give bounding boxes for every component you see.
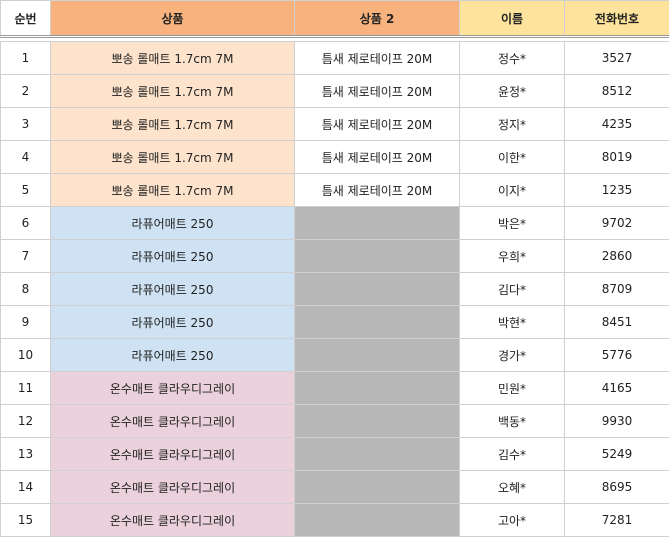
- header-phone: 전화번호: [565, 1, 669, 37]
- name-cell: 이한*: [460, 141, 565, 174]
- product2-cell: [295, 207, 460, 240]
- product-cell: 온수매트 클라우디그레이: [51, 471, 295, 504]
- name-cell: 윤정*: [460, 75, 565, 108]
- phone-cell: 8695: [565, 471, 669, 504]
- header-name: 이름: [460, 1, 565, 37]
- product2-cell: [295, 405, 460, 438]
- product2-cell: [295, 504, 460, 537]
- seq-cell: 4: [1, 141, 51, 174]
- seq-cell: 8: [1, 273, 51, 306]
- seq-cell: 11: [1, 372, 51, 405]
- product2-cell: [295, 438, 460, 471]
- name-cell: 정지*: [460, 108, 565, 141]
- table-row: 5뽀송 롤매트 1.7cm 7M틈새 제로테이프 20M이지*1235: [1, 174, 669, 207]
- table-row: 12온수매트 클라우디그레이 백동*9930: [1, 405, 669, 438]
- table-row: 15온수매트 클라우디그레이 고아*7281: [1, 504, 669, 537]
- seq-cell: 9: [1, 306, 51, 339]
- product-cell: 라퓨어매트 250: [51, 339, 295, 372]
- product-cell: 라퓨어매트 250: [51, 207, 295, 240]
- product2-cell: [295, 273, 460, 306]
- name-cell: 박은*: [460, 207, 565, 240]
- product2-cell: [295, 240, 460, 273]
- seq-cell: 7: [1, 240, 51, 273]
- product-cell: 라퓨어매트 250: [51, 240, 295, 273]
- table-row: 10라퓨어매트 250 경가*5776: [1, 339, 669, 372]
- table-header: 순번 상품 상품 2 이름 전화번호: [1, 1, 669, 37]
- product-cell: 뽀송 롤매트 1.7cm 7M: [51, 174, 295, 207]
- product-cell: 라퓨어매트 250: [51, 273, 295, 306]
- phone-cell: 9702: [565, 207, 669, 240]
- table-body: 1뽀송 롤매트 1.7cm 7M틈새 제로테이프 20M정수*35272뽀송 롤…: [1, 37, 669, 537]
- product-cell: 뽀송 롤매트 1.7cm 7M: [51, 75, 295, 108]
- header-row: 순번 상품 상품 2 이름 전화번호: [1, 1, 669, 37]
- header-seq: 순번: [1, 1, 51, 37]
- phone-cell: 8019: [565, 141, 669, 174]
- product-cell: 라퓨어매트 250: [51, 306, 295, 339]
- table-row: 6라퓨어매트 250 박은*9702: [1, 207, 669, 240]
- name-cell: 우희*: [460, 240, 565, 273]
- product-cell: 온수매트 클라우디그레이: [51, 372, 295, 405]
- seq-cell: 10: [1, 339, 51, 372]
- table-row: 8라퓨어매트 250 김다*8709: [1, 273, 669, 306]
- product2-cell: 틈새 제로테이프 20M: [295, 42, 460, 75]
- product2-cell: [295, 372, 460, 405]
- product-cell: 뽀송 롤매트 1.7cm 7M: [51, 141, 295, 174]
- product-cell: 온수매트 클라우디그레이: [51, 438, 295, 471]
- table-row: 1뽀송 롤매트 1.7cm 7M틈새 제로테이프 20M정수*3527: [1, 42, 669, 75]
- phone-cell: 1235: [565, 174, 669, 207]
- product2-cell: [295, 339, 460, 372]
- table-row: 11온수매트 클라우디그레이 민원*4165: [1, 372, 669, 405]
- table-row: 9라퓨어매트 250 박현*8451: [1, 306, 669, 339]
- seq-cell: 1: [1, 42, 51, 75]
- table-row: 14온수매트 클라우디그레이 오혜*8695: [1, 471, 669, 504]
- phone-cell: 3527: [565, 42, 669, 75]
- seq-cell: 13: [1, 438, 51, 471]
- product2-cell: 틈새 제로테이프 20M: [295, 141, 460, 174]
- phone-cell: 8451: [565, 306, 669, 339]
- seq-cell: 3: [1, 108, 51, 141]
- product2-cell: 틈새 제로테이프 20M: [295, 75, 460, 108]
- name-cell: 김수*: [460, 438, 565, 471]
- seq-cell: 12: [1, 405, 51, 438]
- seq-cell: 14: [1, 471, 51, 504]
- product2-cell: [295, 306, 460, 339]
- phone-cell: 5776: [565, 339, 669, 372]
- product-cell: 뽀송 롤매트 1.7cm 7M: [51, 42, 295, 75]
- product-cell: 온수매트 클라우디그레이: [51, 504, 295, 537]
- name-cell: 김다*: [460, 273, 565, 306]
- name-cell: 고아*: [460, 504, 565, 537]
- phone-cell: 4165: [565, 372, 669, 405]
- table-row: 4뽀송 롤매트 1.7cm 7M틈새 제로테이프 20M이한*8019: [1, 141, 669, 174]
- phone-cell: 7281: [565, 504, 669, 537]
- phone-cell: 8512: [565, 75, 669, 108]
- name-cell: 경가*: [460, 339, 565, 372]
- name-cell: 박현*: [460, 306, 565, 339]
- phone-cell: 5249: [565, 438, 669, 471]
- table-row: 2뽀송 롤매트 1.7cm 7M틈새 제로테이프 20M윤정*8512: [1, 75, 669, 108]
- name-cell: 이지*: [460, 174, 565, 207]
- table-row: 3뽀송 롤매트 1.7cm 7M틈새 제로테이프 20M정지*4235: [1, 108, 669, 141]
- phone-cell: 2860: [565, 240, 669, 273]
- table-row: 13온수매트 클라우디그레이 김수*5249: [1, 438, 669, 471]
- product-cell: 뽀송 롤매트 1.7cm 7M: [51, 108, 295, 141]
- seq-cell: 2: [1, 75, 51, 108]
- product-cell: 온수매트 클라우디그레이: [51, 405, 295, 438]
- winner-table: 순번 상품 상품 2 이름 전화번호 1뽀송 롤매트 1.7cm 7M틈새 제로…: [0, 0, 669, 537]
- name-cell: 정수*: [460, 42, 565, 75]
- table-row: 7라퓨어매트 250 우희*2860: [1, 240, 669, 273]
- seq-cell: 6: [1, 207, 51, 240]
- phone-cell: 4235: [565, 108, 669, 141]
- product2-cell: 틈새 제로테이프 20M: [295, 108, 460, 141]
- header-product: 상품: [51, 1, 295, 37]
- name-cell: 민원*: [460, 372, 565, 405]
- seq-cell: 5: [1, 174, 51, 207]
- product2-cell: 틈새 제로테이프 20M: [295, 174, 460, 207]
- phone-cell: 8709: [565, 273, 669, 306]
- name-cell: 백동*: [460, 405, 565, 438]
- header-product2: 상품 2: [295, 1, 460, 37]
- seq-cell: 15: [1, 504, 51, 537]
- product2-cell: [295, 471, 460, 504]
- name-cell: 오혜*: [460, 471, 565, 504]
- phone-cell: 9930: [565, 405, 669, 438]
